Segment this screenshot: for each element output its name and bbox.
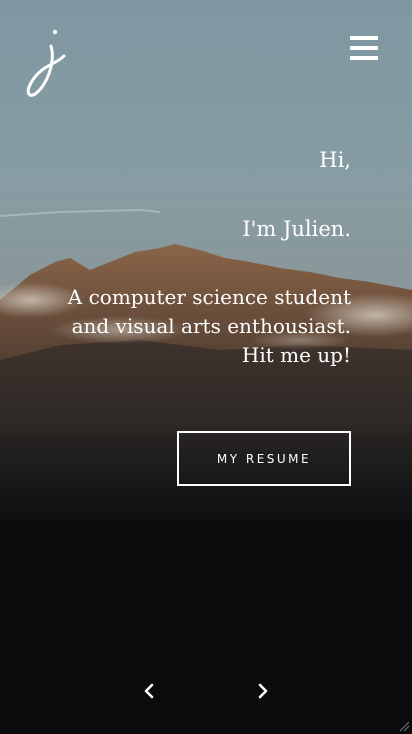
my-resume-button[interactable]: MY RESUME bbox=[177, 431, 351, 486]
hamburger-menu-icon[interactable] bbox=[348, 34, 380, 62]
resize-grip-icon bbox=[399, 721, 410, 732]
chevron-left-icon[interactable] bbox=[140, 682, 158, 700]
tagline: A computer science student and visual ar… bbox=[21, 283, 351, 370]
hero-text: Hi, I'm Julien. A computer science stude… bbox=[21, 146, 351, 370]
chevron-right-icon[interactable] bbox=[254, 682, 272, 700]
tagline-line: A computer science student bbox=[67, 285, 351, 309]
greeting-text: Hi, bbox=[319, 148, 351, 172]
tagline-line: Hit me up! bbox=[241, 343, 351, 367]
j-monogram-logo[interactable] bbox=[24, 26, 68, 102]
name-heading: I'm Julien. bbox=[242, 217, 351, 241]
tagline-line: and visual arts enthousiast. bbox=[71, 314, 351, 338]
